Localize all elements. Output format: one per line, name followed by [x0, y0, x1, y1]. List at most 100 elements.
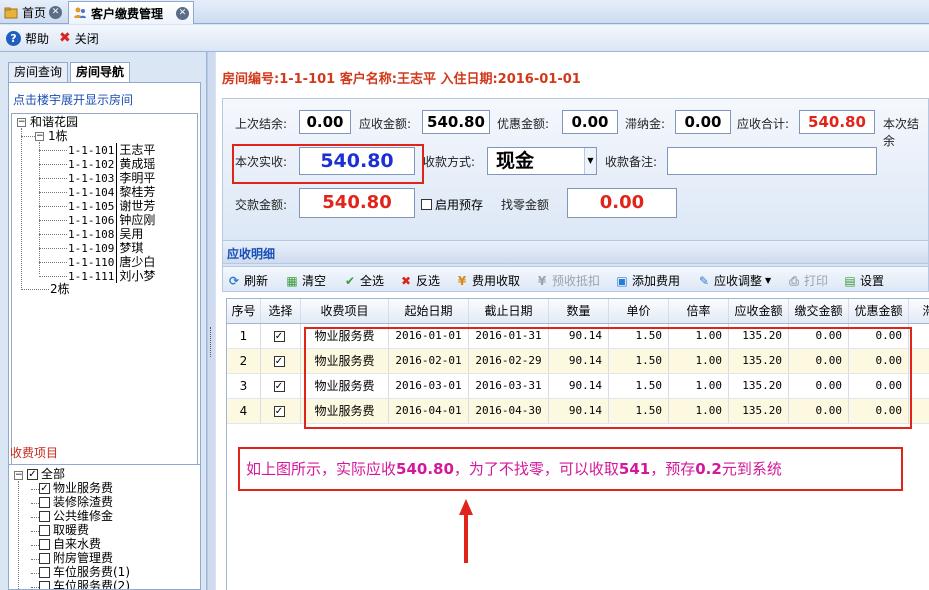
last-balance-field[interactable]: 0.00: [299, 110, 351, 134]
row-select-checkbox[interactable]: ✓: [261, 374, 301, 398]
settings-button[interactable]: ▤ 设置: [843, 272, 884, 289]
grid-cell-no: 3: [227, 374, 261, 398]
panel-splitter[interactable]: [207, 52, 215, 590]
fee-item-checkbox[interactable]: ✓: [27, 469, 38, 480]
fee-item[interactable]: ✓ 全部: [27, 468, 65, 481]
grid-column-header[interactable]: 单价: [609, 299, 669, 323]
grid-column-header[interactable]: 倍率: [669, 299, 729, 323]
collapse-toggle-icon[interactable]: −: [14, 471, 23, 480]
grid-column-header[interactable]: 应收金额: [729, 299, 789, 323]
collapse-toggle-icon[interactable]: −: [35, 132, 44, 141]
tree-room-node[interactable]: 1-1-104 黎桂芳: [68, 185, 156, 200]
refresh-button[interactable]: ⟳ 刷新: [227, 272, 268, 289]
fee-item-checkbox[interactable]: [39, 553, 50, 564]
tree-line: [31, 503, 39, 504]
room-tree[interactable]: − 和谐花园 − 1栋 1-1-101 王志平 1-1-102 黄成瑶 1-1-103 李…: [11, 113, 198, 479]
note-value-1: 540.80: [396, 460, 454, 478]
left-panel: 房间查询 房间导航 点击楼宇展开显示房间 − 和谐花园 − 1栋 1-1-101…: [0, 52, 207, 590]
fee-item[interactable]: 车位服务费(2): [39, 580, 130, 589]
chevron-down-icon[interactable]: ▼: [584, 148, 596, 174]
tab-customer-payment[interactable]: 客户缴费管理 ✕: [68, 1, 194, 24]
fee-item-checkbox[interactable]: [39, 497, 50, 508]
clear-button[interactable]: ▦ 清空: [285, 272, 326, 289]
tree-room-node[interactable]: 1-1-109 梦琪: [68, 241, 144, 256]
change-field[interactable]: 0.00: [567, 188, 677, 218]
fee-item[interactable]: 取暖费: [39, 524, 89, 537]
grid-column-header[interactable]: 缴交金额: [789, 299, 849, 323]
tree-root[interactable]: 和谐花园: [30, 115, 78, 129]
grid-column-header[interactable]: 选择: [261, 299, 301, 323]
row-checkbox[interactable]: ✓: [273, 356, 285, 367]
fee-item-checkbox[interactable]: [39, 567, 50, 578]
row-checkbox[interactable]: ✓: [273, 331, 285, 342]
row-select-checkbox[interactable]: ✓: [261, 349, 301, 373]
late-fee-field[interactable]: 0.00: [675, 110, 731, 134]
tree-room-node[interactable]: 1-1-103 李明平: [68, 171, 156, 186]
receivable-field[interactable]: 540.80: [422, 110, 490, 134]
tab-room-search[interactable]: 房间查询: [8, 62, 69, 82]
invert-button[interactable]: ✖ 反选: [399, 272, 440, 289]
fee-item-checkbox[interactable]: [39, 581, 50, 589]
method-label: 收款方式:: [423, 155, 476, 169]
help-button[interactable]: ? 帮助: [6, 30, 49, 47]
grid-column-header[interactable]: 截止日期: [469, 299, 549, 323]
tree-room-node[interactable]: 1-1-101 王志平: [68, 143, 156, 158]
discount-field[interactable]: 0.00: [562, 110, 618, 134]
fee-item[interactable]: 附房管理费: [39, 552, 113, 565]
add-fee-button[interactable]: ▣ 添加费用: [615, 272, 680, 289]
tree-room-node[interactable]: 1-1-110 唐少白: [68, 255, 156, 270]
paid-field[interactable]: 540.80: [299, 188, 415, 218]
fee-item[interactable]: ✓ 物业服务费: [39, 482, 113, 495]
adjust-button[interactable]: ✎ 应收调整 ▼: [697, 272, 771, 289]
tab-home[interactable]: 首页 ✕: [0, 1, 66, 24]
tree-room-node[interactable]: 1-1-102 黄成瑶: [68, 157, 156, 172]
grid-column-header[interactable]: 数量: [549, 299, 609, 323]
fee-item[interactable]: 公共维修金: [39, 510, 113, 523]
prepay-checkbox[interactable]: 启用预存: [421, 196, 483, 213]
grid-column-header[interactable]: 优惠金额: [849, 299, 909, 323]
collapse-toggle-icon[interactable]: −: [17, 118, 26, 127]
tree-building-2[interactable]: 2栋: [50, 282, 70, 296]
close-icon[interactable]: ✕: [176, 6, 189, 20]
fee-items-tree[interactable]: − ✓ 全部 ✓ 物业服务费 装修除渣费 公共维修金 取暖费 自来水费 附房管理费 车位服务费(1…: [8, 464, 201, 590]
fee-item-checkbox[interactable]: [39, 525, 50, 536]
tree-line: [31, 587, 39, 588]
tree-room-node[interactable]: 1-1-105 谢世芳: [68, 199, 156, 214]
tree-room-node[interactable]: 1-1-108 吴用: [68, 227, 144, 242]
collect-fee-button[interactable]: ¥ 费用收取: [455, 272, 520, 289]
row-select-checkbox[interactable]: ✓: [261, 324, 301, 348]
row-checkbox[interactable]: ✓: [273, 381, 285, 392]
grid-column-header[interactable]: 序号: [227, 299, 261, 323]
method-value: 现金: [496, 150, 535, 172]
remark-field[interactable]: [667, 147, 877, 175]
main-content: 房间编号:1-1-101 客户名称:王志平 入住日期:2016-01-01 上次…: [216, 52, 929, 590]
prepay-checkbox-box[interactable]: [421, 199, 432, 210]
fee-item-checkbox[interactable]: [39, 511, 50, 522]
close-icon[interactable]: ✕: [49, 6, 62, 19]
grid-cell: [909, 324, 929, 348]
fee-item-checkbox[interactable]: ✓: [39, 483, 50, 494]
print-button[interactable]: ⎙ 打印: [787, 272, 828, 289]
method-select[interactable]: 现金 ▼: [487, 147, 597, 175]
fee-item-checkbox[interactable]: [39, 539, 50, 550]
grid-column-header[interactable]: 滞: [909, 299, 929, 323]
row-select-checkbox[interactable]: ✓: [261, 399, 301, 423]
select-all-button[interactable]: ✔ 全选: [343, 272, 384, 289]
row-checkbox[interactable]: ✓: [273, 406, 285, 417]
total-field[interactable]: 540.80: [799, 110, 875, 134]
fee-item[interactable]: 车位服务费(1): [39, 566, 130, 579]
tree-room-node[interactable]: 1-1-106 钟应刚: [68, 213, 156, 228]
settings-label: 设置: [860, 274, 885, 288]
tree-room-node[interactable]: 1-1-111 刘小梦: [68, 269, 156, 284]
grid-column-header[interactable]: 起始日期: [389, 299, 469, 323]
room-owner: 刘小梦: [116, 269, 156, 283]
grid-header: 序号选择收费项目起始日期截止日期数量单价倍率应收金额缴交金额优惠金额滞: [227, 299, 929, 324]
fee-item[interactable]: 自来水费: [39, 538, 101, 551]
fee-item[interactable]: 装修除渣费: [39, 496, 113, 509]
prepay-deduct-button[interactable]: ¥ 预收抵扣: [535, 272, 600, 289]
grid-column-header[interactable]: 收费项目: [301, 299, 389, 323]
tree-building-1[interactable]: 1栋: [48, 129, 68, 143]
tab-room-nav[interactable]: 房间导航: [70, 62, 131, 82]
close-button[interactable]: ✖ 关闭: [59, 30, 99, 47]
note-text-3: ，预存: [650, 460, 696, 478]
